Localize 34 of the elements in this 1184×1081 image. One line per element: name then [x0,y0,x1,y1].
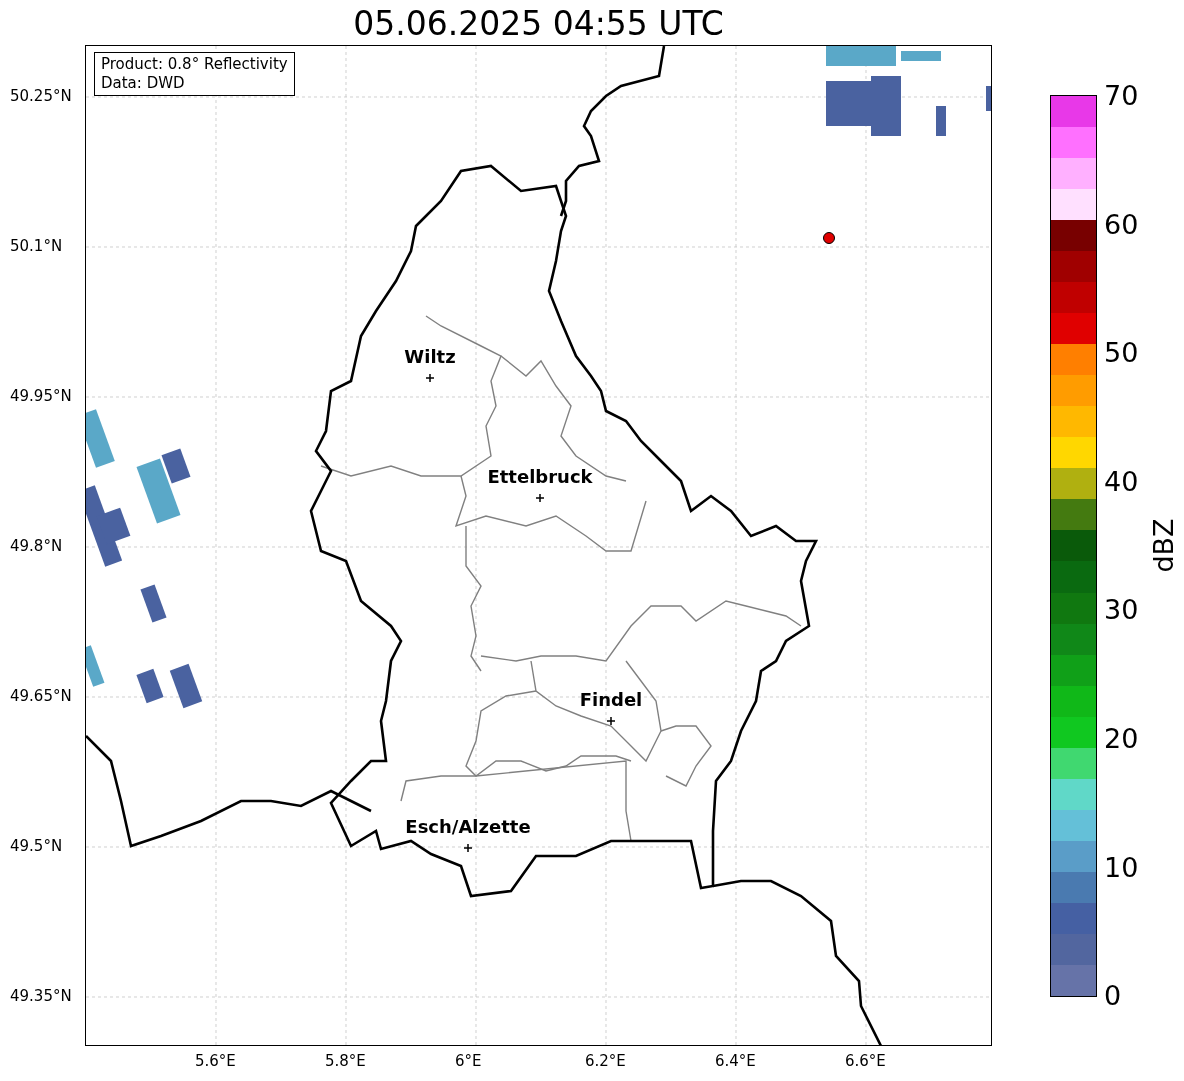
longitude-label: 5.6°E [195,1052,236,1070]
longitude-label: 6.4°E [715,1052,756,1070]
colorbar-tick-label: 20 [1104,724,1139,754]
plus-icon [425,373,435,383]
colorbar-tick-label: 0 [1104,981,1122,1012]
latitude-label: 49.95°N [10,387,72,405]
city-label: Ettelbruck [487,466,593,487]
latitude-label: 50.1°N [10,237,63,255]
colorbar-tick-label: 60 [1104,209,1139,240]
plus-icon [535,493,545,503]
city-label: Wiltz [404,346,456,367]
longitude-label: 5.8°E [325,1052,366,1070]
longitude-label: 6°E [455,1052,482,1070]
latitude-label: 50.25°N [10,87,72,105]
info-text: Data: DWD [101,74,186,93]
info-text: Product: 0.8° Reflectivity [101,55,288,74]
chart-title: 05.06.2025 04:55 UTC [352,4,725,43]
colorbar-tick-label: 30 [1104,595,1139,626]
colorbar-tick-label: 40 [1104,466,1139,497]
plus-icon [463,843,473,853]
latitude-label: 49.5°N [10,837,63,855]
colorbar-label: dBZ [1147,518,1179,573]
longitude-label: 6.2°E [585,1052,626,1070]
longitude-label: 6.6°E [845,1052,886,1070]
radar-site-dot [823,232,835,244]
latitude-label: 49.65°N [10,687,72,705]
latitude-label: 49.8°N [10,537,63,555]
city-label: Esch/Alzette [405,816,531,837]
colorbar-tick-label: 70 [1104,81,1139,111]
city-label: Findel [579,689,643,710]
colorbar-tick-label: 10 [1104,852,1139,883]
latitude-label: 49.35°N [10,987,72,1005]
plus-icon [606,716,616,726]
colorbar-tick-label: 50 [1104,338,1139,369]
